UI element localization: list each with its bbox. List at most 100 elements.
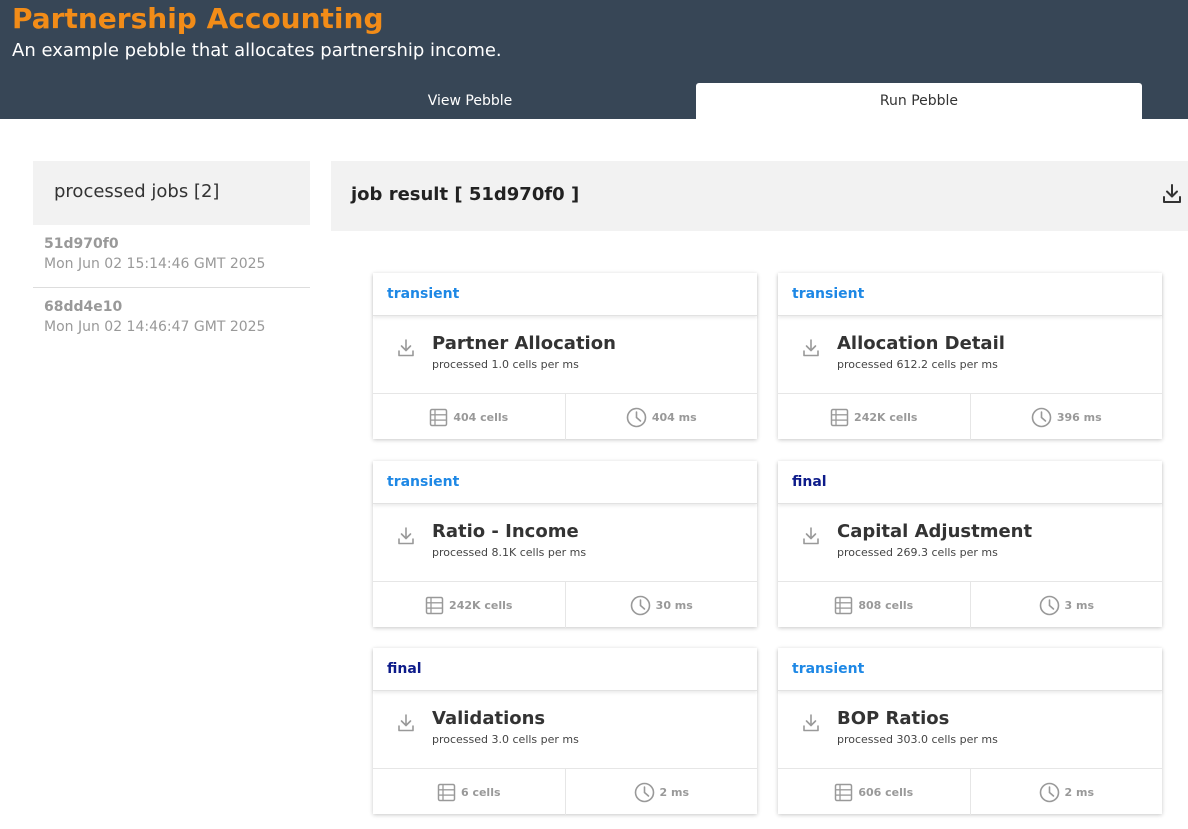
card-stats: 606 cells 2 ms <box>778 769 1162 815</box>
job-id: 51d970f0 <box>44 236 119 252</box>
card-body: BOP Ratios processed 303.0 cells per ms <box>778 691 1162 769</box>
duration: 2 ms <box>1064 785 1095 799</box>
table-icon <box>430 408 448 426</box>
download-icon[interactable] <box>802 338 820 358</box>
time-stat: 30 ms <box>564 582 758 628</box>
table-icon <box>425 596 444 614</box>
clock-icon <box>630 595 650 615</box>
card-status-tag: transient <box>792 661 865 677</box>
duration: 3 ms <box>1064 598 1095 612</box>
card-status-tag: transient <box>387 474 460 490</box>
table-icon <box>835 783 853 801</box>
card-title[interactable]: BOP Ratios <box>837 708 949 729</box>
cells-count: 808 cells <box>858 598 914 612</box>
card-title[interactable]: Allocation Detail <box>837 333 1005 354</box>
job-result-title: job result [ 51d970f0 ] <box>351 184 580 205</box>
clock-icon <box>626 407 647 427</box>
duration: 396 ms <box>1056 410 1102 424</box>
card-title[interactable]: Validations <box>432 708 545 729</box>
card-processing-rate: processed 303.0 cells per ms <box>837 733 998 746</box>
card-status-tag: transient <box>792 286 865 302</box>
table-icon <box>830 408 849 426</box>
app-subtitle: An example pebble that allocates partner… <box>12 40 502 61</box>
cells-count: 242K cells <box>854 410 918 424</box>
tab-view-pebble[interactable]: View Pebble <box>245 83 695 119</box>
download-icon[interactable] <box>397 713 415 733</box>
download-icon[interactable] <box>397 526 415 546</box>
result-card: transient BOP Ratios processed 303.0 cel… <box>778 648 1162 815</box>
cells-count: 6 cells <box>460 785 501 799</box>
card-status-tag: transient <box>387 286 460 302</box>
cells-stat: 808 cells <box>778 582 970 628</box>
card-body: Ratio - Income processed 8.1K cells per … <box>373 504 757 582</box>
download-icon[interactable] <box>802 526 820 546</box>
card-tag-row: transient <box>778 273 1162 316</box>
processed-jobs-panel: processed jobs [2] 51d970f0 Mon Jun 02 1… <box>33 161 310 351</box>
card-tag-row: final <box>373 648 757 691</box>
card-body: Partner Allocation processed 1.0 cells p… <box>373 316 757 394</box>
cells-stat: 606 cells <box>778 769 970 815</box>
card-stats: 404 cells 404 ms <box>373 394 757 440</box>
download-icon[interactable] <box>802 713 820 733</box>
card-tag-row: transient <box>373 461 757 504</box>
time-stat: 396 ms <box>969 394 1163 440</box>
card-processing-rate: processed 269.3 cells per ms <box>837 546 998 559</box>
card-title[interactable]: Partner Allocation <box>432 333 616 354</box>
card-tag-row: final <box>778 461 1162 504</box>
job-timestamp: Mon Jun 02 15:14:46 GMT 2025 <box>44 256 266 272</box>
result-card: transient Partner Allocation processed 1… <box>373 273 757 440</box>
card-stats: 242K cells 396 ms <box>778 394 1162 440</box>
result-card: transient Ratio - Income processed 8.1K … <box>373 461 757 628</box>
job-list-item[interactable]: 68dd4e10 Mon Jun 02 14:46:47 GMT 2025 <box>33 288 310 351</box>
card-processing-rate: processed 3.0 cells per ms <box>432 733 579 746</box>
card-body: Capital Adjustment processed 269.3 cells… <box>778 504 1162 582</box>
card-status-tag: final <box>792 474 827 490</box>
card-processing-rate: processed 612.2 cells per ms <box>837 358 998 371</box>
clock-icon <box>1031 407 1052 427</box>
cells-count: 606 cells <box>858 785 914 799</box>
table-icon <box>835 596 853 614</box>
clock-icon <box>1039 595 1059 615</box>
card-title[interactable]: Ratio - Income <box>432 521 579 542</box>
job-result-header: job result [ 51d970f0 ] <box>331 161 1188 231</box>
table-icon <box>437 783 456 801</box>
duration: 30 ms <box>655 598 693 612</box>
card-tag-row: transient <box>373 273 757 316</box>
result-card: final Validations processed 3.0 cells pe… <box>373 648 757 815</box>
cells-stat: 404 cells <box>373 394 565 440</box>
job-timestamp: Mon Jun 02 14:46:47 GMT 2025 <box>44 319 266 335</box>
download-icon[interactable] <box>1162 183 1182 205</box>
app-title: Partnership Accounting <box>12 2 384 35</box>
cells-count: 404 cells <box>453 410 509 424</box>
result-card: transient Allocation Detail processed 61… <box>778 273 1162 440</box>
result-card: final Capital Adjustment processed 269.3… <box>778 461 1162 628</box>
clock-icon <box>1039 782 1059 802</box>
app-header: Partnership Accounting An example pebble… <box>0 0 1188 119</box>
time-stat: 404 ms <box>564 394 758 440</box>
cells-stat: 242K cells <box>778 394 970 440</box>
card-title[interactable]: Capital Adjustment <box>837 521 1032 542</box>
cells-stat: 242K cells <box>373 582 565 628</box>
card-stats: 242K cells 30 ms <box>373 582 757 628</box>
duration: 404 ms <box>651 410 697 424</box>
time-stat: 2 ms <box>564 769 758 815</box>
duration: 2 ms <box>659 785 690 799</box>
card-stats: 808 cells 3 ms <box>778 582 1162 628</box>
cells-stat: 6 cells <box>373 769 565 815</box>
time-stat: 2 ms <box>969 769 1163 815</box>
card-tag-row: transient <box>778 648 1162 691</box>
cells-count: 242K cells <box>449 598 513 612</box>
card-status-tag: final <box>387 661 422 677</box>
job-id: 68dd4e10 <box>44 299 123 315</box>
card-body: Validations processed 3.0 cells per ms <box>373 691 757 769</box>
processed-jobs-title: processed jobs [2] <box>33 161 310 225</box>
job-list-item[interactable]: 51d970f0 Mon Jun 02 15:14:46 GMT 2025 <box>33 225 310 288</box>
card-stats: 6 cells 2 ms <box>373 769 757 815</box>
tab-run-pebble[interactable]: Run Pebble <box>696 83 1142 119</box>
time-stat: 3 ms <box>969 582 1163 628</box>
card-body: Allocation Detail processed 612.2 cells … <box>778 316 1162 394</box>
card-processing-rate: processed 8.1K cells per ms <box>432 546 587 559</box>
card-processing-rate: processed 1.0 cells per ms <box>432 358 579 371</box>
download-icon[interactable] <box>397 338 415 358</box>
clock-icon <box>634 782 654 802</box>
